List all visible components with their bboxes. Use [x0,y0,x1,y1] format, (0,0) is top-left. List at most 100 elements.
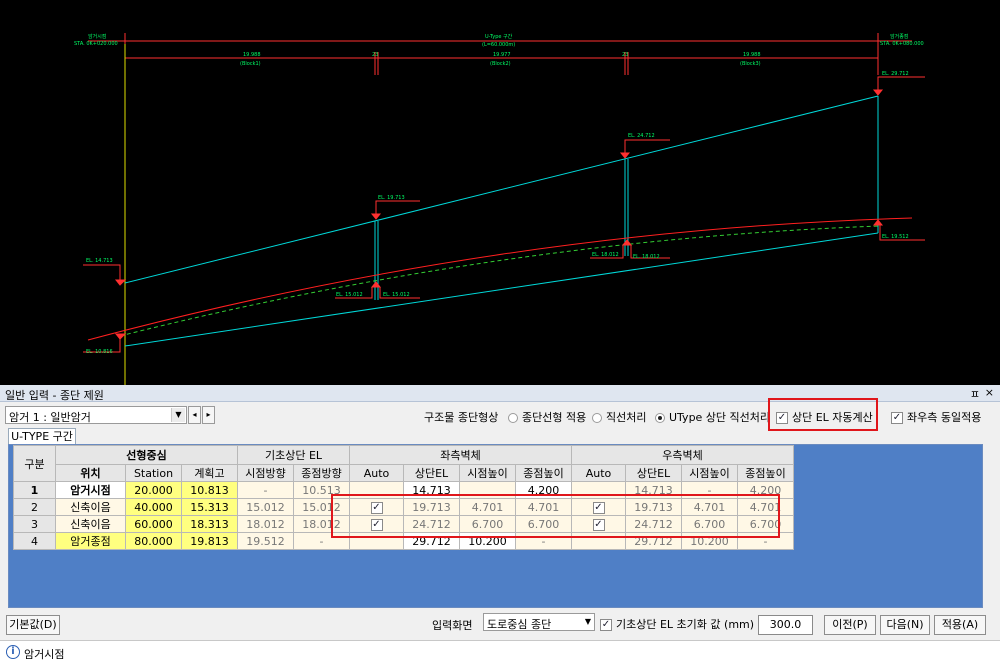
base-dashed-curve [119,225,881,337]
input-screen-value: 도로중심 종단 [487,618,552,631]
cell-plan[interactable]: 10.813 [181,481,238,499]
row-number: 3 [13,515,56,533]
cell-position[interactable]: 신축이음 [55,498,126,516]
col-header: Station [125,464,182,482]
chevron-down-icon[interactable]: ▼ [171,408,185,422]
col-header: Auto [571,464,626,482]
el-p2-top: EL. 24.712 [628,133,655,139]
cell-station[interactable]: 80.000 [125,532,182,550]
pin-icon[interactable]: ㅍ [970,386,980,402]
col-header: 시점높이 [681,464,738,482]
dim-value-1: 19.988 [243,52,261,58]
next-button[interactable]: 다음(N) [880,615,930,635]
header-gubun: 구분 [13,445,56,482]
row-number: 2 [13,498,56,516]
reset-value-input[interactable]: 300.0 [758,615,813,635]
el-markers [83,76,925,353]
road-profile-curve [87,217,913,341]
el-start-top: EL. 14.713 [86,258,113,264]
cell-plan[interactable]: 15.313 [181,498,238,516]
cell-position[interactable]: 암거종점 [55,532,126,550]
check-icon: ✓ [891,412,903,424]
el-end-top: EL. 29.712 [882,71,909,77]
wall-top-line [124,95,879,284]
span-length-text: (L=60.000m) [482,42,515,48]
reset-label: 기초상단 EL 초기화 값 (mm) [616,618,755,631]
radio-selected-icon [655,413,665,423]
grid-header-row-1: 구분 선형중심 기초상단 EL 좌측벽체 우측벽체 [13,445,794,482]
col-header: 종점방향 [293,464,350,482]
apply-button[interactable]: 적용(A) [934,615,986,635]
cell-base-start[interactable]: 18.012 [237,515,294,533]
cad-drawing-view[interactable]: 암거시점 STA. 0K+020.000 암거종점 STA. 0K+080.00… [0,0,1000,385]
col-header: 위치 [55,464,126,482]
col-header: 계획고 [181,464,238,482]
header-center: 선형중심 [55,445,238,465]
cell-plan[interactable]: 19.813 [181,532,238,550]
radio-icon [508,413,518,423]
col-header: 상단EL [625,464,682,482]
reset-checkbox[interactable]: ✓ 기초상단 EL 초기화 값 (mm) [600,616,754,632]
auto-rows-highlight [331,494,780,538]
wall-verticals [374,96,879,300]
default-button[interactable]: 기본값(D) [6,615,60,635]
col-header: 종점높이 [737,464,794,482]
input-screen-select[interactable]: 도로중심 종단 ▼ [483,613,595,631]
input-screen-label: 입력화면 [432,619,473,632]
radio-profile[interactable]: 종단선형 적용 [508,409,586,425]
header-base: 기초상단 EL [237,445,350,465]
next-culvert-icon[interactable]: ▸ [202,406,215,424]
cell-station[interactable]: 60.000 [125,515,182,533]
cell-plan[interactable]: 18.313 [181,515,238,533]
start-sta-text: STA. 0K+020.000 [74,41,118,47]
start-title-text: 암거시점 [88,33,106,40]
el-p1-bottom-right: EL. 15.012 [383,292,410,298]
cell-base-start: - [237,481,294,499]
row-number: 4 [13,532,56,550]
end-title-text: 암거종점 [890,33,908,40]
radio-icon [592,413,602,423]
col-header: 시점방향 [237,464,294,482]
dim-label-5: (Block3) [740,61,761,67]
cell-position[interactable]: 신축이음 [55,515,126,533]
radio-profile-label: 종단선형 적용 [522,411,587,424]
el-p1-bottom-left: EL. 15.012 [336,292,363,298]
cell-base-start[interactable]: 15.012 [237,498,294,516]
row-number: 1 [13,481,56,499]
col-header: Auto [349,464,404,482]
el-p1-top: EL. 19.713 [378,195,405,201]
tab-utype[interactable]: U-TYPE 구간 [8,428,76,445]
cell-base-start[interactable]: 19.512 [237,532,294,550]
radio-utype-straight[interactable]: UType 상단 직선처리 [655,409,770,425]
cell-station[interactable]: 40.000 [125,498,182,516]
radio-straight-label: 직선처리 [606,411,647,424]
grid-header-row-2: 위치 Station 계획고 시점방향 종점방향 Auto 상단EL 시점높이 … [14,464,794,482]
culvert-select-value: 암거 1 : 일반암거 [9,411,91,424]
end-sta-text: STA. 0K+080.000 [880,41,924,47]
dim-value-5: 19.988 [743,52,761,58]
el-p2-bottom-left: EL. 18.012 [592,252,619,258]
both-sides-label: 좌우측 동일적용 [907,411,982,424]
profile-drawing: 암거시점 STA. 0K+020.000 암거종점 STA. 0K+080.00… [74,33,925,385]
col-header: 상단EL [403,464,460,482]
header-right-wall: 우측벽체 [571,445,794,465]
info-icon: i [6,645,20,659]
check-icon: ✓ [600,619,612,631]
close-icon[interactable]: × [985,386,994,399]
status-bar: i 암거시점 [0,640,1000,665]
dim-value-4: 23 [622,52,628,58]
chevron-down-icon[interactable]: ▼ [585,617,591,626]
col-header: 종점높이 [515,464,572,482]
both-sides-checkbox[interactable]: ✓ 좌우측 동일적용 [891,409,981,425]
prev-culvert-icon[interactable]: ◂ [188,406,201,424]
el-start-bottom: EL. 10.816 [86,349,113,355]
cell-station[interactable]: 20.000 [125,481,182,499]
culvert-select[interactable]: 암거 1 : 일반암거 ▼ [5,406,187,424]
cell-position[interactable]: 암거시점 [55,481,126,499]
col-header: 시점높이 [459,464,516,482]
el-texts: EL. 14.713 EL. 10.816 EL. 19.713 EL. 15.… [86,71,909,355]
dim-value-3: 19.977 [493,52,511,58]
radio-straight[interactable]: 직선처리 [592,409,646,425]
prev-button[interactable]: 이전(P) [824,615,876,635]
dim-label-3: (Block2) [490,61,511,67]
